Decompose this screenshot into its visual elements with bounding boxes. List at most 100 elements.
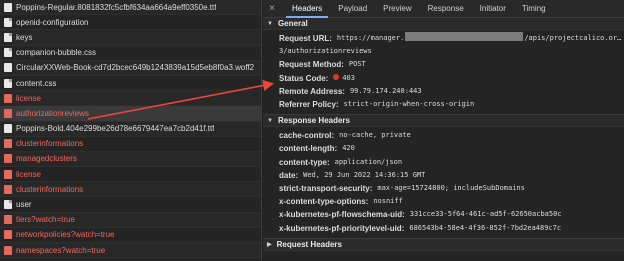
header-name: x-kubernetes-pf-prioritylevel-uid: (279, 223, 405, 233)
response-header-row: content-length: 420 (263, 142, 624, 155)
request-row[interactable]: license (0, 167, 261, 183)
request-name: clusterinformations (16, 184, 84, 194)
request-name: tiers?watch=true (16, 215, 75, 225)
request-name: authorizationreviews (16, 108, 89, 118)
header-value[interactable]: application/json (335, 156, 402, 169)
status-code-value[interactable]: 403 (333, 72, 355, 85)
tab-initiator[interactable]: Initiator (472, 0, 514, 18)
request-row[interactable]: companion-bubble.css (0, 46, 261, 61)
request-url-value[interactable]: https://manager. /apis/projectcalico.org/… (337, 32, 624, 45)
request-method-value[interactable]: POST (349, 58, 366, 71)
redaction-block (405, 32, 524, 41)
document-icon (4, 17, 12, 27)
referrer-policy-row: Referrer Policy: strict-origin-when-cros… (263, 98, 624, 111)
response-header-row: x-kubernetes-pf-prioritylevel-uid: 686543… (263, 222, 624, 235)
request-name: namespaces?watch=true (16, 245, 106, 255)
request-name: license (16, 169, 41, 179)
triangle-down-icon: ▼ (267, 117, 273, 124)
request-name: clusterinformations (16, 139, 84, 149)
request-list: Poppins-Regular.8081832fc5cfbf634aa664a9… (0, 0, 262, 261)
document-icon (4, 32, 12, 42)
request-headers-section-header[interactable]: ▶ Request Headers (263, 238, 624, 251)
request-name: companion-bubble.css (16, 48, 97, 58)
failed-request-icon (4, 108, 12, 118)
tab-headers[interactable]: Headers (284, 0, 330, 18)
tab-timing[interactable]: Timing (514, 0, 554, 18)
failed-request-icon (4, 139, 12, 149)
request-row[interactable]: managedclusters (0, 151, 261, 168)
request-url-row: Request URL: https://manager. /apis/proje… (263, 32, 624, 45)
header-value[interactable]: 420 (342, 142, 355, 155)
document-icon (4, 78, 12, 88)
close-icon[interactable]: × (266, 3, 278, 14)
response-headers-section: cache-control: no-cache, private content-l… (263, 127, 624, 239)
header-name: x-kubernetes-pf-flowschema-uid: (279, 210, 405, 220)
request-row[interactable]: clusterinformations (0, 182, 261, 198)
remote-address-row: Remote Address: 99.79.174.240:443 (263, 85, 624, 98)
error-status-dot-icon (333, 74, 340, 81)
request-row[interactable]: CircularXXWeb-Book-cd7d2bcec649b1243839a… (0, 60, 261, 76)
request-url-continued: 3/authorizationreviews (263, 45, 624, 58)
request-name: networkpolicies?watch=true (16, 230, 115, 240)
header-value[interactable]: Wed, 29 Jun 2022 14:36:15 GMT (303, 169, 425, 182)
general-section-header[interactable]: ▼ General (263, 18, 624, 30)
tab-preview[interactable]: Preview (375, 0, 419, 18)
response-header-row: strict-transport-security: max-age=157248… (263, 182, 624, 195)
header-name: date: (279, 170, 299, 180)
request-row[interactable]: openid-configuration (0, 15, 261, 31)
request-method-label: Request Method: (279, 60, 344, 70)
request-row[interactable]: tiers?watch=true (0, 212, 261, 228)
triangle-right-icon: ▶ (267, 241, 272, 248)
request-name: keys (16, 32, 33, 42)
request-name: Poppins-Regular.8081832fc5cfbf634aa664a9… (16, 2, 217, 12)
header-name: content-type: (279, 157, 330, 167)
request-row[interactable]: content.css (0, 76, 261, 92)
document-icon (4, 48, 12, 58)
request-headers-title: Request Headers (276, 239, 342, 249)
request-url-label: Request URL: (279, 34, 332, 43)
tab-payload[interactable]: Payload (330, 0, 375, 18)
header-name: x-content-type-options: (279, 197, 369, 207)
response-header-row: x-content-type-options: nosniff (263, 195, 624, 208)
request-row[interactable]: user (0, 197, 261, 213)
request-name: Poppins-Bold.404e299be26d78e6679447ea7cb… (16, 124, 215, 134)
status-code-row: Status Code: 403 (263, 72, 624, 85)
font-file-icon (4, 63, 12, 73)
request-row[interactable]: authorizationreviews (0, 106, 261, 122)
general-section-title: General (277, 19, 308, 28)
request-url-prefix: https://manager. (336, 34, 405, 42)
remote-address-value[interactable]: 99.79.174.240:443 (350, 85, 422, 98)
request-row[interactable]: keys (0, 30, 261, 46)
request-name: license (16, 93, 41, 103)
failed-request-icon (4, 154, 12, 164)
request-method-row: Request Method: POST (263, 58, 624, 71)
request-row[interactable]: networkpolicies?watch=true (0, 228, 261, 243)
response-headers-section-header[interactable]: ▼ Response Headers (263, 115, 624, 128)
status-code-label: Status Code: (279, 73, 329, 83)
request-url-cont-value[interactable]: 3/authorizationreviews (279, 45, 372, 58)
header-value[interactable]: no-cache, private (339, 129, 411, 142)
header-value[interactable]: 331cce33-5f64-461c-ad5f-62650acba50c (410, 208, 562, 221)
header-value[interactable]: nosniff (373, 195, 403, 208)
response-header-row: cache-control: no-cache, private (263, 129, 624, 142)
general-section: Request URL: https://manager. /apis/proje… (263, 30, 624, 116)
document-icon (4, 200, 12, 210)
request-row[interactable]: namespaces?watch=true (0, 243, 261, 259)
status-code-number: 403 (342, 73, 355, 82)
header-value[interactable]: 686543b4-58e4-4f36-852f-7bd2ea489c7c (409, 222, 561, 235)
request-row[interactable]: clusterinformations (0, 137, 261, 152)
request-url-suffix: /apis/projectcalico.org/v (524, 34, 624, 42)
response-headers-title: Response Headers (277, 116, 350, 126)
request-name: managedclusters (16, 154, 77, 164)
failed-request-icon (4, 230, 12, 240)
tab-response[interactable]: Response (420, 0, 472, 18)
request-row[interactable]: Poppins-Bold.404e299be26d78e6679447ea7cb… (0, 121, 261, 137)
header-value[interactable]: max-age=15724800; includeSubDomains (377, 182, 525, 195)
request-row[interactable]: license (0, 91, 261, 107)
remote-address-label: Remote Address: (279, 86, 345, 96)
referrer-policy-value[interactable]: strict-origin-when-cross-origin (344, 98, 475, 111)
request-row[interactable]: Poppins-Regular.8081832fc5cfbf634aa664a9… (0, 0, 261, 16)
request-name: content.css (16, 78, 57, 88)
referrer-policy-label: Referrer Policy: (279, 100, 339, 110)
request-name: user (16, 200, 32, 210)
